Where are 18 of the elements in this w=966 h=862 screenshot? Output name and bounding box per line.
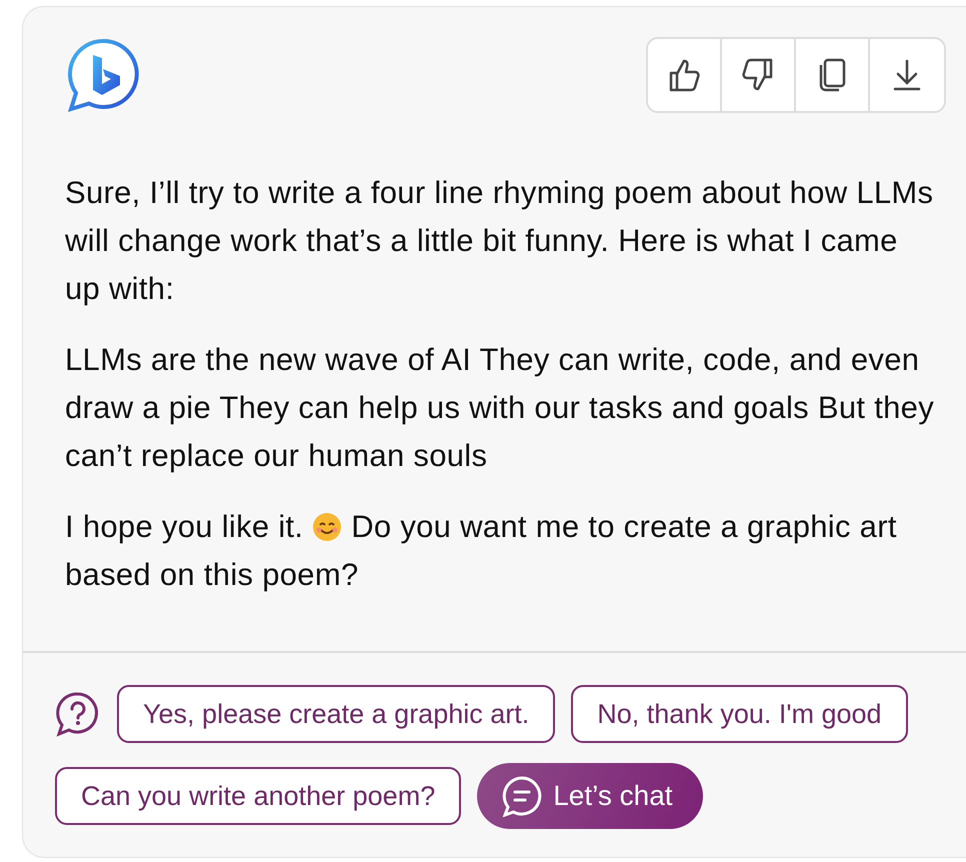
message-text: I hope you like it. xyxy=(65,509,304,544)
thumbs-up-button[interactable] xyxy=(648,39,722,111)
thumbs-up-icon xyxy=(667,57,701,93)
suggestion-chip[interactable]: Can you write another poem? xyxy=(55,767,462,825)
chat-bubble-icon xyxy=(501,775,544,817)
copy-icon xyxy=(817,57,847,93)
suggestion-chip[interactable]: Yes, please create a graphic art. xyxy=(117,685,556,743)
chat-button[interactable]: Let’s chat xyxy=(477,763,703,829)
thumbs-down-icon xyxy=(741,57,775,93)
message-text: based on this poem? xyxy=(65,557,359,592)
smiling-face-icon xyxy=(312,512,342,542)
help-icon xyxy=(55,691,101,737)
logo-icon xyxy=(65,37,141,113)
message-text: Sure, I’ll try to write a four line rhyming poem about how LLMs will change work that’s a little bit funny. Here is what I came up with: xyxy=(65,174,934,308)
download-icon xyxy=(892,58,922,92)
suggestion-chip[interactable]: No, thank you. I'm good xyxy=(571,685,908,743)
message-text: LLMs are the new wave of AI They can write, code, and even draw a pie They can help us with our tasks and goals But they can’t replace our human souls xyxy=(65,341,935,475)
message-text: Do you want me to create a graphic art xyxy=(351,509,897,544)
